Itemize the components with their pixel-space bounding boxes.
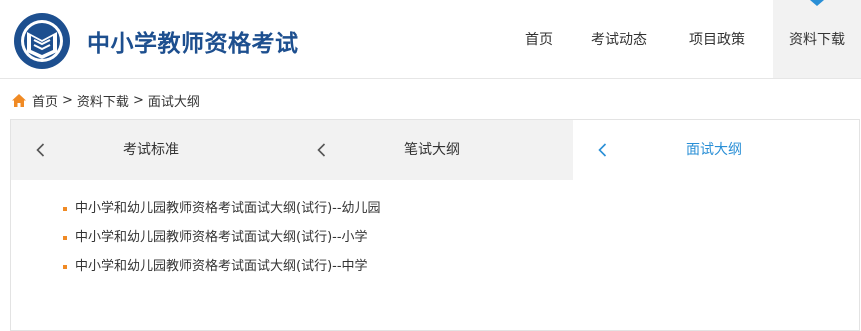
home-icon: [12, 93, 26, 107]
tab-written-outline[interactable]: 笔试大纲: [293, 120, 573, 180]
breadcrumb-home-link[interactable]: 首页: [32, 91, 58, 110]
breadcrumb-separator: >: [62, 92, 73, 108]
breadcrumb-downloads-link[interactable]: 资料下载: [77, 91, 129, 110]
tab-exam-standard[interactable]: 考试标准: [11, 120, 293, 180]
bullet-icon: [63, 265, 67, 269]
caret-down-icon: [810, 0, 824, 6]
tab-label: 面试大纲: [686, 142, 742, 158]
tab-label: 笔试大纲: [404, 142, 460, 158]
document-title: 中小学和幼儿园教师资格考试面试大纲(试行)--中学: [75, 259, 368, 274]
nav-item-home[interactable]: 首页: [509, 0, 569, 78]
chevron-left-icon: [317, 143, 326, 157]
tab-bar: 考试标准 笔试大纲 面试大纲: [11, 120, 859, 180]
document-list: 中小学和幼儿园教师资格考试面试大纲(试行)--幼儿园 中小学和幼儿园教师资格考试…: [63, 199, 381, 286]
bullet-icon: [63, 207, 67, 211]
breadcrumb-current: 面试大纲: [147, 94, 200, 110]
site-title[interactable]: 中小学教师资格考试: [87, 24, 299, 58]
tab-interview-outline[interactable]: 面试大纲: [573, 120, 859, 180]
nav-item-downloads[interactable]: 资料下载: [773, 0, 861, 78]
nav-item-downloads-label: 资料下载: [789, 32, 845, 48]
content-panel: 考试标准 笔试大纲 面试大纲 中小学和幼儿园教师资格考试面试大纲(试行)--幼儿…: [10, 119, 860, 331]
breadcrumb: 首页 > 资料下载 > 面试大纲: [11, 90, 200, 110]
chevron-left-icon: [598, 143, 607, 157]
document-title: 中小学和幼儿园教师资格考试面试大纲(试行)--小学: [75, 230, 368, 245]
nav-item-policy[interactable]: 项目政策: [677, 0, 757, 78]
bullet-icon: [63, 236, 67, 240]
site-logo-icon[interactable]: [13, 12, 71, 70]
document-link[interactable]: 中小学和幼儿园教师资格考试面试大纲(试行)--中学: [63, 257, 381, 286]
nav-item-exam-news[interactable]: 考试动态: [579, 0, 659, 78]
site-header: 中小学教师资格考试 首页 考试动态 项目政策 资料下载: [0, 0, 861, 79]
tab-label: 考试标准: [123, 142, 179, 158]
document-link[interactable]: 中小学和幼儿园教师资格考试面试大纲(试行)--小学: [63, 228, 381, 257]
chevron-left-icon: [36, 143, 45, 157]
document-link[interactable]: 中小学和幼儿园教师资格考试面试大纲(试行)--幼儿园: [63, 199, 381, 228]
breadcrumb-separator: >: [132, 92, 144, 108]
document-title: 中小学和幼儿园教师资格考试面试大纲(试行)--幼儿园: [75, 201, 381, 216]
